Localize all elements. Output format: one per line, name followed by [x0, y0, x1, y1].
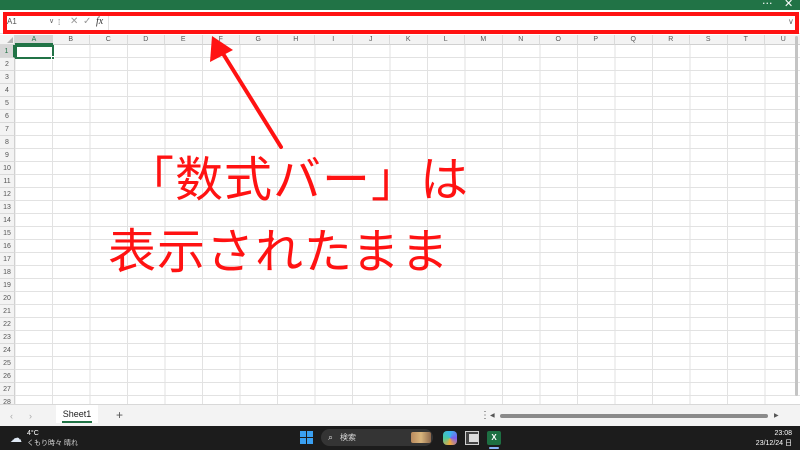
column-header-k[interactable]: K: [390, 35, 428, 45]
copilot-icon[interactable]: [443, 431, 457, 445]
select-all-button[interactable]: [0, 35, 15, 45]
column-header-n[interactable]: N: [502, 35, 540, 45]
row-header-17[interactable]: 17: [0, 253, 15, 266]
vertical-scrollbar[interactable]: [795, 36, 798, 396]
windows-taskbar: ☁ 4°C くもり時々 晴れ ⌕ 検索 X 23:08 23/12/24 日: [0, 426, 800, 450]
formula-bar: A1 ∨ ⁞ ✕ ✓ fx ∨: [0, 10, 800, 34]
row-header-26[interactable]: 26: [0, 370, 15, 383]
cloud-sun-icon[interactable]: ☁: [10, 431, 22, 445]
select-all-triangle-icon: [7, 37, 13, 43]
active-cell[interactable]: [15, 45, 54, 59]
row-header-4[interactable]: 4: [0, 84, 15, 97]
running-app-indicator: [489, 447, 499, 449]
start-tile-icon: [300, 431, 306, 437]
name-box-chevron-down-icon[interactable]: ∨: [49, 15, 54, 29]
row-header-22[interactable]: 22: [0, 318, 15, 331]
formula-input[interactable]: [108, 14, 788, 30]
confirm-entry-icon[interactable]: ✓: [83, 16, 91, 28]
scroll-right-icon[interactable]: ▶: [774, 411, 779, 421]
horizontal-scrollbar[interactable]: [500, 414, 768, 418]
column-header-e[interactable]: E: [165, 35, 203, 45]
row-header-16[interactable]: 16: [0, 240, 15, 253]
row-header-12[interactable]: 12: [0, 188, 15, 201]
add-sheet-icon[interactable]: +: [116, 408, 123, 422]
active-tab-indicator: [62, 421, 92, 423]
taskbar-search-box[interactable]: ⌕ 検索: [321, 429, 433, 446]
start-tile-icon: [300, 438, 306, 444]
clock-date[interactable]: 23/12/24 日: [740, 439, 792, 448]
clock-time[interactable]: 23:08: [752, 429, 792, 438]
excel-window: ··· ✕ A1 ∨ ⁞ ✕ ✓ fx ∨ ABCDEFGHIJKLMNOPQR…: [0, 0, 800, 450]
insert-function-icon[interactable]: fx: [96, 16, 103, 28]
row-header-27[interactable]: 27: [0, 383, 15, 396]
row-header-15[interactable]: 15: [0, 227, 15, 240]
row-header-5[interactable]: 5: [0, 97, 15, 110]
row-header-21[interactable]: 21: [0, 305, 15, 318]
start-tile-icon: [307, 431, 313, 437]
column-header-f[interactable]: F: [202, 35, 240, 45]
row-header-6[interactable]: 6: [0, 110, 15, 123]
sheet-tab-bar: ‹ › Sheet1 + ⋮ ◀ ▶: [0, 404, 800, 426]
row-header-18[interactable]: 18: [0, 266, 15, 279]
column-header-j[interactable]: J: [352, 35, 390, 45]
annotation-line-1: 「数式バー」は: [126, 152, 470, 208]
cancel-entry-icon[interactable]: ✕: [70, 16, 78, 28]
row-header-11[interactable]: 11: [0, 175, 15, 188]
row-header-25[interactable]: 25: [0, 357, 15, 370]
weather-description[interactable]: くもり時々 晴れ: [27, 439, 78, 448]
row-header-7[interactable]: 7: [0, 123, 15, 136]
start-tile-icon: [307, 438, 313, 444]
row-header-9[interactable]: 9: [0, 149, 15, 162]
row-header-2[interactable]: 2: [0, 58, 15, 71]
annotation-line-2: 表示されたまま: [108, 224, 450, 280]
search-label: 検索: [340, 433, 356, 442]
row-header-3[interactable]: 3: [0, 71, 15, 84]
column-header-i[interactable]: I: [315, 35, 353, 45]
column-header-d[interactable]: D: [127, 35, 165, 45]
column-header-a[interactable]: A: [15, 35, 54, 45]
row-header-8[interactable]: 8: [0, 136, 15, 149]
row-header-19[interactable]: 19: [0, 279, 15, 292]
windows-start-icon[interactable]: [300, 431, 313, 444]
next-sheet-icon[interactable]: ›: [29, 410, 32, 422]
search-icon: ⌕: [328, 432, 334, 442]
title-bar: ··· ✕: [0, 0, 800, 10]
search-highlight-image: [411, 432, 431, 443]
column-header-m[interactable]: M: [465, 35, 503, 45]
column-header-q[interactable]: Q: [615, 35, 653, 45]
previous-sheet-icon[interactable]: ‹: [10, 410, 13, 422]
scroll-left-icon[interactable]: ◀: [490, 411, 495, 421]
column-header-r[interactable]: R: [652, 35, 690, 45]
row-header-14[interactable]: 14: [0, 214, 15, 227]
row-header-24[interactable]: 24: [0, 344, 15, 357]
expand-formula-bar-icon[interactable]: ∨: [788, 16, 794, 28]
column-header-h[interactable]: H: [277, 35, 315, 45]
task-view-icon[interactable]: [465, 431, 479, 445]
more-options-icon[interactable]: ···: [762, 0, 773, 10]
tab-split-handle-icon[interactable]: ⋮: [480, 409, 490, 423]
column-header-c[interactable]: C: [90, 35, 128, 45]
column-header-b[interactable]: B: [52, 35, 90, 45]
weather-temperature[interactable]: 4°C: [27, 429, 39, 438]
column-header-l[interactable]: L: [427, 35, 465, 45]
column-header-s[interactable]: S: [690, 35, 728, 45]
row-header-13[interactable]: 13: [0, 201, 15, 214]
column-header-o[interactable]: O: [540, 35, 578, 45]
column-header-t[interactable]: T: [727, 35, 765, 45]
column-header-p[interactable]: P: [577, 35, 615, 45]
column-header-g[interactable]: G: [240, 35, 278, 45]
row-header-20[interactable]: 20: [0, 292, 15, 305]
fill-handle[interactable]: [51, 56, 55, 60]
row-header-10[interactable]: 10: [0, 162, 15, 175]
excel-app-icon[interactable]: X: [487, 431, 501, 445]
close-window-icon[interactable]: ✕: [784, 0, 793, 10]
row-header-1[interactable]: 1: [0, 45, 15, 58]
formula-bar-separator-icon: ⁞: [58, 18, 61, 27]
row-header-23[interactable]: 23: [0, 331, 15, 344]
